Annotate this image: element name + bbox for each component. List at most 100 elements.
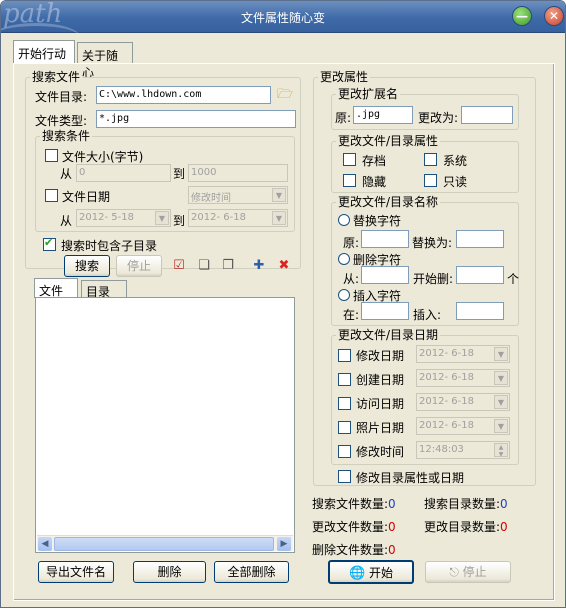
- dir-label: 文件目录:: [35, 90, 88, 104]
- chevron-down-icon[interactable]: ▼: [272, 188, 286, 202]
- create-date-picker[interactable]: 2012- 6-18 ▼: [416, 369, 510, 387]
- tab-about[interactable]: 关于随心: [77, 42, 133, 80]
- search-dirs-value: 0: [500, 497, 508, 511]
- dir-input[interactable]: C:\www.lhdown.com: [96, 86, 271, 104]
- date-to-value: 2012- 6-18: [191, 212, 246, 223]
- start-delete-label: 开始删:: [413, 272, 454, 286]
- horizontal-scrollbar[interactable]: ◀ ▶: [37, 535, 293, 551]
- export-names-button[interactable]: 导出文件名: [38, 561, 114, 583]
- stop-search-button[interactable]: 停止: [116, 255, 162, 277]
- search-dirs-count: 搜索目录数量:0: [424, 495, 508, 512]
- ext-title: 更改扩展名: [338, 87, 399, 101]
- date-from-label: 从: [60, 214, 73, 228]
- insert-radio[interactable]: [338, 289, 350, 301]
- tab-files[interactable]: 文件: [34, 278, 78, 298]
- include-sub-checkbox[interactable]: [43, 236, 56, 251]
- ext-new-input[interactable]: [461, 106, 513, 124]
- minimize-button[interactable]: —: [512, 6, 532, 26]
- insert-at-input[interactable]: [361, 302, 409, 320]
- changed-dirs-label: 更改目录数量:: [424, 520, 501, 534]
- modify-time-input[interactable]: 12:48:03 ▲ ▼: [416, 441, 510, 459]
- modify-date-label: 修改日期: [356, 349, 405, 363]
- scroll-left-icon[interactable]: ◀: [38, 537, 52, 551]
- ext-orig-label: 原:: [335, 111, 352, 125]
- type-input[interactable]: *.jpg: [96, 110, 296, 128]
- tab-dirs[interactable]: 目录: [81, 280, 127, 299]
- add-item-icon[interactable]: ✚: [251, 258, 267, 274]
- delete-count-input[interactable]: [456, 266, 504, 284]
- delete-radio[interactable]: [338, 253, 350, 265]
- start-label: 开始: [369, 566, 394, 580]
- delete-from-input[interactable]: [361, 266, 409, 284]
- search-files-count: 搜索文件数量:0: [312, 495, 396, 512]
- deleted-files-value: 0: [388, 543, 396, 557]
- photo-date-checkbox[interactable]: [338, 421, 351, 434]
- replace-orig-label: 原:: [343, 236, 360, 250]
- size-label: 文件大小(字节): [62, 150, 144, 164]
- check-all-icon[interactable]: ☑: [171, 258, 187, 274]
- replace-orig-input[interactable]: [361, 230, 409, 248]
- delete-button[interactable]: 删除: [133, 561, 206, 583]
- size-to-label: 到: [173, 167, 186, 181]
- dir-attr-date-checkbox[interactable]: [338, 470, 351, 483]
- chevron-down-icon[interactable]: ▼: [155, 211, 169, 225]
- size-from-input[interactable]: 0: [76, 164, 171, 182]
- date-mode-select[interactable]: 修改时间 ▼: [188, 186, 288, 204]
- photo-date-picker[interactable]: 2012- 6-18 ▼: [416, 417, 510, 435]
- access-date-checkbox[interactable]: [338, 397, 351, 410]
- modify-date-picker[interactable]: 2012- 6-18 ▼: [416, 345, 510, 363]
- include-sub-label: 搜索时包含子目录: [61, 239, 158, 253]
- replace-radio[interactable]: [338, 214, 350, 226]
- access-date-picker[interactable]: 2012- 6-18 ▼: [416, 393, 510, 411]
- size-checkbox[interactable]: [45, 149, 58, 162]
- date-from-picker[interactable]: 2012- 5-18 ▼: [76, 209, 171, 227]
- readonly-label: 只读: [443, 175, 468, 189]
- ext-new-label: 更改为:: [418, 111, 459, 125]
- insert-text-input[interactable]: [456, 302, 504, 320]
- close-button[interactable]: ✕: [544, 6, 564, 26]
- search-group-title: 搜索文件: [32, 70, 81, 84]
- tab-start[interactable]: 开始行动: [13, 40, 75, 64]
- folder-open-icon[interactable]: 🗁: [277, 87, 293, 103]
- paste-icon[interactable]: ❐: [220, 258, 236, 274]
- date-checkbox[interactable]: [45, 189, 58, 202]
- chevron-down-icon[interactable]: ▼: [494, 395, 508, 409]
- remove-item-icon[interactable]: ✖: [276, 258, 292, 274]
- stop-button[interactable]: ⎋ 停止: [425, 561, 511, 583]
- title-bar[interactable]: path 文件属性随心变 — ✕: [1, 1, 565, 33]
- system-checkbox[interactable]: [424, 153, 437, 166]
- search-button[interactable]: 搜索: [64, 255, 110, 277]
- changed-dirs-count: 更改目录数量:0: [424, 518, 508, 535]
- date-change-title: 更改文件/目录日期: [338, 328, 439, 342]
- unit-label: 个: [507, 272, 520, 286]
- close-icon: ✕: [548, 9, 560, 23]
- chevron-down-icon[interactable]: ▼: [494, 371, 508, 385]
- chevron-down-icon[interactable]: ▼: [494, 347, 508, 361]
- scroll-thumb[interactable]: [54, 537, 274, 551]
- changed-files-value: 0: [388, 520, 396, 534]
- photo-date-value: 2012- 6-18: [419, 420, 474, 431]
- hidden-label: 隐藏: [362, 175, 387, 189]
- hidden-checkbox[interactable]: [343, 174, 356, 187]
- modify-date-checkbox[interactable]: [338, 349, 351, 362]
- ext-orig-input[interactable]: .jpg: [353, 106, 413, 124]
- delete-all-button[interactable]: 全部删除: [214, 561, 289, 583]
- modify-time-checkbox[interactable]: [338, 445, 351, 458]
- readonly-checkbox[interactable]: [424, 174, 437, 187]
- start-button[interactable]: 🌐 开始: [328, 560, 414, 584]
- stop-label: 停止: [462, 565, 487, 579]
- size-to-input[interactable]: 1000: [188, 164, 288, 182]
- deleted-files-label: 删除文件数量:: [312, 543, 389, 557]
- file-list[interactable]: [35, 297, 295, 553]
- date-to-picker[interactable]: 2012- 6-18 ▼: [188, 209, 288, 227]
- scroll-right-icon[interactable]: ▶: [277, 537, 291, 551]
- replace-to-input[interactable]: [456, 230, 504, 248]
- chevron-down-icon[interactable]: ▼: [494, 419, 508, 433]
- date-mode-value: 修改时间: [191, 193, 231, 204]
- chevron-down-icon[interactable]: ▼: [272, 211, 286, 225]
- create-date-checkbox[interactable]: [338, 373, 351, 386]
- stop-icon: ⎋: [449, 565, 459, 579]
- copy-icon[interactable]: ❏: [196, 258, 212, 274]
- archive-checkbox[interactable]: [343, 153, 356, 166]
- spin-updown-icon[interactable]: ▲ ▼: [494, 443, 508, 458]
